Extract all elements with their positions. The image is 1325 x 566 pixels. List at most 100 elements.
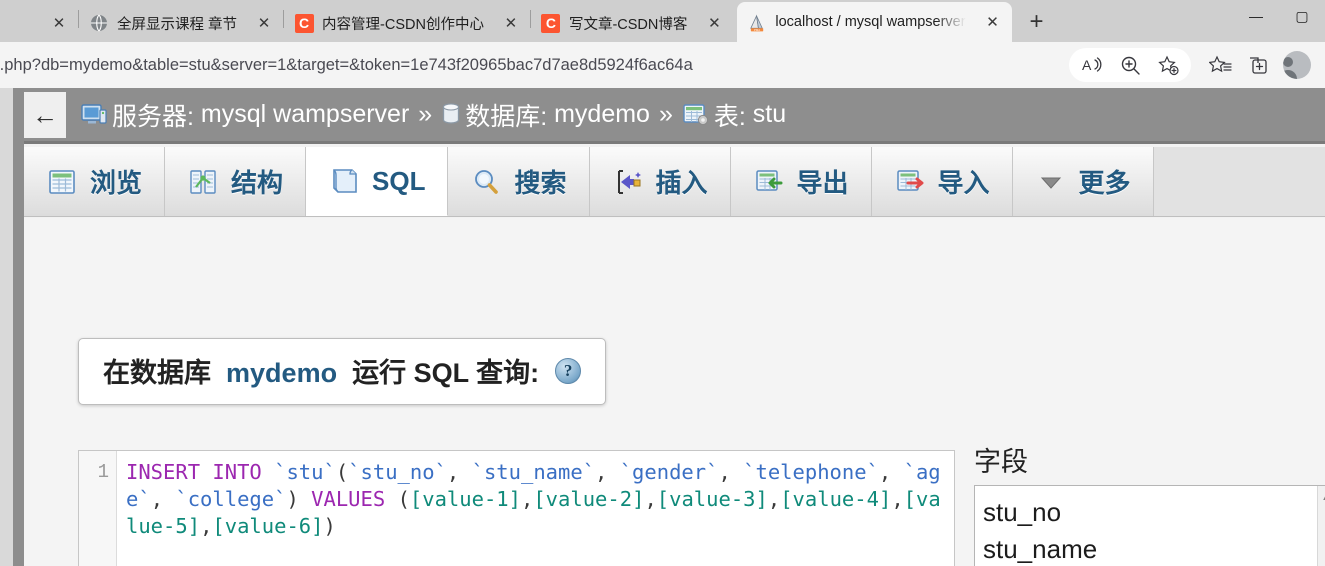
sql-heading-prefix: 在数据库 <box>103 358 211 388</box>
tab-label: SQL <box>372 165 426 196</box>
read-aloud-icon[interactable]: A <box>1073 48 1111 82</box>
sql-token: , <box>595 460 620 484</box>
maximize-button[interactable]: ▢ <box>1279 0 1325 32</box>
breadcrumb-table-value[interactable]: stu <box>753 100 786 129</box>
sql-token: ) <box>286 487 312 511</box>
fields-scrollbar[interactable]: ▲ <box>1317 486 1325 566</box>
tab-label: 浏览 <box>90 168 143 198</box>
insert-icon <box>612 166 644 198</box>
tab-search[interactable]: 搜索 <box>448 147 590 216</box>
sidebar-resize-handle[interactable] <box>13 88 24 566</box>
csdn-icon: C <box>294 13 314 33</box>
sql-token: [value-3] <box>656 487 768 511</box>
tab-browse[interactable]: 浏览 <box>24 147 166 216</box>
server-icon <box>80 102 108 128</box>
search-icon <box>470 166 502 198</box>
tab-title: 内容管理-CSDN创作中心 <box>322 16 484 33</box>
profile-avatar[interactable] <box>1283 51 1311 79</box>
editor-line-numbers: 1 <box>79 451 117 566</box>
url-text: l.php?db=mydemo&table=stu&server=1&targe… <box>0 55 693 74</box>
tab-insert[interactable]: 插入 <box>589 147 731 216</box>
globe-icon <box>89 13 109 33</box>
sql-heading-suffix: 运行 SQL 查询: <box>352 358 540 388</box>
new-tab-button[interactable]: + <box>1020 5 1054 39</box>
tab-structure[interactable]: 结构 <box>165 147 307 216</box>
sql-heading-database: mydemo <box>226 358 338 388</box>
sql-token: [value-6] <box>212 514 324 538</box>
zoom-icon[interactable] <box>1111 48 1149 82</box>
sql-token: ( <box>397 487 410 511</box>
sql-token: , <box>200 514 213 538</box>
sql-token: `telephone` <box>743 460 879 484</box>
phpmyadmin-page: ← 服务器: mysql wampserver » 数据库: mydemo » … <box>0 88 1325 566</box>
sql-token: , <box>767 487 781 511</box>
browser-tab-0[interactable]: ✕ <box>22 4 78 42</box>
sql-token: `stu` <box>274 460 336 484</box>
breadcrumb-database-value[interactable]: mydemo <box>554 100 650 129</box>
sql-token: `college` <box>175 487 287 511</box>
browser-tab-2[interactable]: C 内容管理-CSDN创作中心 ✕ <box>284 4 530 42</box>
csdn-icon: C <box>541 13 561 33</box>
breadcrumb-database-label: 数据库: <box>465 102 548 131</box>
tab-label: 搜索 <box>514 168 567 198</box>
sql-token: , <box>521 487 534 511</box>
fields-listbox[interactable]: stu_nostu_namegendertelephoneage ▲ <box>974 485 1325 566</box>
collections-icon[interactable] <box>1239 48 1277 82</box>
sql-token: `stu_name` <box>471 460 596 484</box>
tab-label: 结构 <box>231 168 284 198</box>
tab-more[interactable]: 更多 <box>1012 147 1154 216</box>
browser-address-bar: l.php?db=mydemo&table=stu&server=1&targe… <box>0 42 1325 88</box>
tab-close-icon[interactable]: ✕ <box>251 10 277 36</box>
breadcrumb-table-label: 表: <box>713 102 746 131</box>
minimize-button[interactable]: — <box>1233 0 1279 32</box>
table-icon <box>682 102 710 128</box>
phpmyadmin-content: ← 服务器: mysql wampserver » 数据库: mydemo » … <box>24 88 1325 566</box>
address-action-pill: A <box>1069 48 1191 82</box>
tab-label: 导出 <box>796 168 849 198</box>
scroll-up-icon[interactable]: ▲ <box>1321 491 1325 503</box>
sql-token: , <box>878 460 904 484</box>
svg-text:A: A <box>1082 57 1092 73</box>
sql-token: [value-2] <box>533 487 645 511</box>
tab-sql[interactable]: SQL <box>306 147 449 216</box>
field-list-item[interactable]: stu_name <box>983 531 1317 566</box>
sql-query-text[interactable]: INSERT INTO `stu`(`stu_no`, `stu_name`, … <box>117 451 954 566</box>
page-left-rail <box>0 88 13 566</box>
tab-import[interactable]: 导入 <box>871 147 1013 216</box>
fields-panel: 字段 stu_nostu_namegendertelephoneage ▲ <box>974 440 1325 566</box>
sql-heading-text: 在数据库 mydemo 运行 SQL 查询: <box>103 351 539 390</box>
sql-token: ) <box>323 514 336 538</box>
line-number: 1 <box>97 461 109 483</box>
sql-editor[interactable]: 1 INSERT INTO `stu`(`stu_no`, `stu_name`… <box>78 450 955 566</box>
tab-label: 更多 <box>1078 168 1131 198</box>
fields-label: 字段 <box>974 447 1028 477</box>
breadcrumb-separator: » <box>418 100 433 128</box>
tab-title: localhost / mysql wampserver <box>775 14 966 30</box>
browse-icon <box>46 166 78 198</box>
browser-tab-active[interactable]: PMA localhost / mysql wampserver ✕ <box>737 2 1012 42</box>
browser-tab-3[interactable]: C 写文章-CSDN博客 ✕ <box>531 4 733 42</box>
breadcrumb-server-value[interactable]: mysql wampserver <box>201 100 409 129</box>
field-list-item[interactable]: stu_no <box>983 494 1317 531</box>
browser-tab-1[interactable]: 全屏显示课程 章节 ✕ <box>79 4 283 42</box>
import-icon <box>894 166 926 198</box>
address-bar-actions: A <box>1069 48 1325 82</box>
add-favorite-icon[interactable] <box>1149 48 1187 82</box>
favorites-icon[interactable] <box>1201 48 1239 82</box>
structure-icon <box>187 166 219 198</box>
tab-title: 写文章-CSDN博客 <box>568 16 688 33</box>
fields-list[interactable]: stu_nostu_namegendertelephoneage <box>975 486 1317 566</box>
tab-close-icon[interactable]: ✕ <box>498 10 524 36</box>
url-input[interactable]: l.php?db=mydemo&table=stu&server=1&targe… <box>0 48 1069 82</box>
sql-body: 在数据库 mydemo 运行 SQL 查询: ? 1 INSERT INTO `… <box>24 218 1325 566</box>
svg-text:PMA: PMA <box>754 27 760 31</box>
tab-export[interactable]: 导出 <box>730 147 872 216</box>
tab-close-icon[interactable]: ✕ <box>980 9 1006 35</box>
database-icon <box>441 102 461 128</box>
phpmyadmin-tabbar: 浏览 结构 SQL 搜索 插入 导出 导入 更多 <box>24 147 1325 217</box>
tab-label: 插入 <box>655 168 708 198</box>
help-icon[interactable]: ? <box>555 357 582 384</box>
tab-close-icon[interactable]: ✕ <box>46 10 72 36</box>
back-button[interactable]: ← <box>24 91 66 138</box>
tab-close-icon[interactable]: ✕ <box>701 10 727 36</box>
